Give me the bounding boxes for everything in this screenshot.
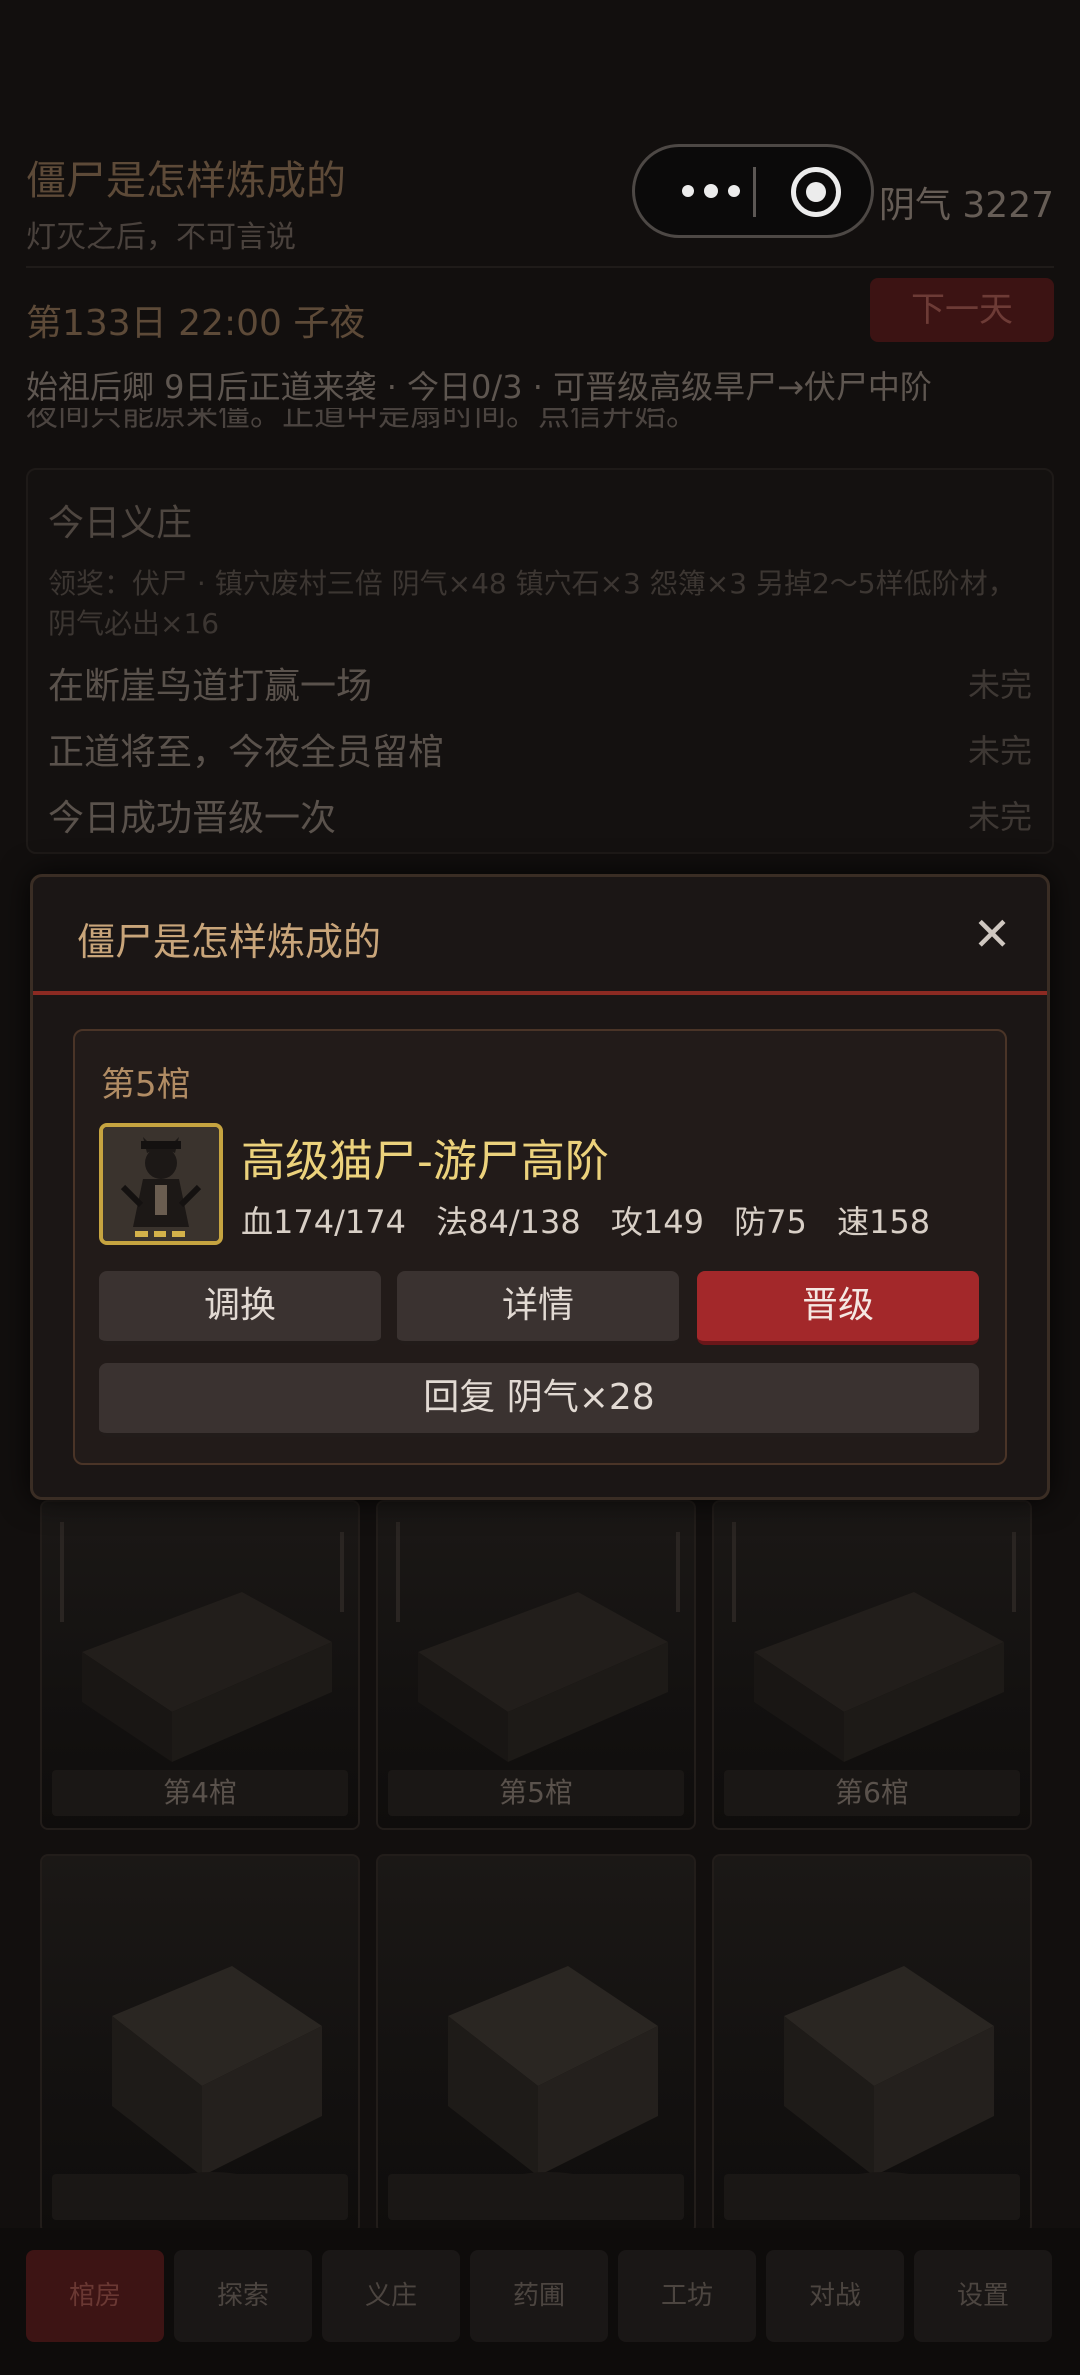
tab-coffin-room[interactable]: 棺房 [26, 2250, 164, 2342]
stat-hp: 血174/174 [241, 1203, 406, 1241]
tab-settings[interactable]: 设置 [914, 2250, 1052, 2342]
coffin-label: 第5棺 [388, 1770, 684, 1816]
capsule-separator [753, 167, 756, 217]
bottom-tab-bar: 棺房 探索 义庄 药圃 工坊 对战 设置 [0, 2228, 1080, 2375]
coffin-label [52, 2174, 348, 2220]
unit-name: 高级猫尸-游尸高阶 [241, 1136, 609, 1187]
coffin-unit-card: 第5棺 高级猫尸-游尸高阶 血174/174 法84/138 攻149 防75 … [73, 1029, 1007, 1465]
info-line-partial: 夜间只能原来僵。正道中是扇时间。点信开始。 [26, 408, 699, 433]
app-subtitle: 灯灭之后，不可言说 [26, 220, 296, 255]
task-row: 正道将至，今夜全员留棺 未完 [48, 722, 1032, 776]
dialog-title: 僵尸是怎样炼成的 [77, 920, 382, 964]
unit-dialog: 僵尸是怎样炼成的 ✕ 第5棺 高级猫尸-游尸高阶 血174/174 法84/13… [30, 874, 1050, 1500]
app-title: 僵尸是怎样炼成的 [26, 158, 346, 204]
day-time: 第133日 22:00 子夜 [26, 303, 366, 344]
close-icon[interactable]: ✕ [967, 909, 1017, 959]
tab-herb-garden[interactable]: 药圃 [470, 2250, 608, 2342]
coffin-label [388, 2174, 684, 2220]
tab-battle[interactable]: 对战 [766, 2250, 904, 2342]
task-status: 未完 [967, 798, 1032, 836]
divider [26, 266, 1054, 268]
cat-corpse-icon [103, 1127, 219, 1241]
tasks-title: 今日义庄 [48, 503, 193, 544]
slot-label: 第5棺 [101, 1065, 191, 1105]
task-row: 今日成功晋级一次 未完 [48, 788, 1032, 842]
coffin-label [724, 2174, 1020, 2220]
task-label: 今日成功晋级一次 [48, 798, 337, 839]
dialog-divider [33, 991, 1047, 995]
currency-label: 阴气 3227 [878, 185, 1054, 226]
coffin-slot-6[interactable]: 第6棺 [712, 1500, 1032, 1830]
more-icon[interactable] [665, 169, 757, 213]
coffin-label: 第6棺 [724, 1770, 1020, 1816]
task-status: 未完 [967, 732, 1032, 770]
stat-atk: 攻149 [610, 1203, 704, 1241]
stat-def: 防75 [734, 1203, 807, 1241]
miniprogram-capsule [632, 144, 874, 238]
coffin-slot-9[interactable] [712, 1854, 1032, 2234]
upgrade-button[interactable]: 晋级 [697, 1271, 979, 1345]
tab-workshop[interactable]: 工坊 [618, 2250, 756, 2342]
coffin-slot-5[interactable]: 第5棺 [376, 1500, 696, 1830]
stat-spd: 速158 [837, 1203, 931, 1241]
dialog-header: 僵尸是怎样炼成的 ✕ [33, 877, 1047, 991]
rank-marks [135, 1231, 186, 1237]
tab-explore[interactable]: 探索 [174, 2250, 312, 2342]
coffin-slot-8[interactable] [376, 1854, 696, 2234]
swap-button[interactable]: 调换 [99, 1271, 381, 1345]
daily-tasks-card: 今日义庄 领奖：伏尸 · 镇穴废村三倍 阴气×48 镇穴石×3 怨簿×3 另掉2… [26, 468, 1054, 854]
info-line: 始祖后卿 9日后正道来袭 · 今日0/3 · 可晋级高级旱尸→伏尸中阶 [26, 368, 932, 406]
tasks-reward: 领奖：伏尸 · 镇穴废村三倍 阴气×48 镇穴石×3 怨簿×3 另掉2～5样低阶… [48, 567, 1016, 640]
coffin-slot-4[interactable]: 第4棺 [40, 1500, 360, 1830]
coffin-slot-7[interactable] [40, 1854, 360, 2234]
unit-stats: 血174/174 法84/138 攻149 防75 速158 [241, 1197, 950, 1243]
coffin-label: 第4棺 [52, 1770, 348, 1816]
task-label: 正道将至，今夜全员留棺 [48, 732, 445, 773]
task-status: 未完 [967, 666, 1032, 704]
close-miniprogram-icon[interactable] [791, 167, 841, 217]
restore-button[interactable]: 回复 阴气×28 [99, 1363, 979, 1437]
detail-button[interactable]: 详情 [397, 1271, 679, 1345]
unit-portrait [99, 1123, 223, 1245]
task-row: 在断崖鸟道打赢一场 未完 [48, 656, 1032, 710]
tab-yizhuang[interactable]: 义庄 [322, 2250, 460, 2342]
stat-mp: 法84/138 [436, 1203, 581, 1241]
task-label: 在断崖鸟道打赢一场 [48, 666, 373, 707]
next-day-button[interactable]: 下一天 [870, 278, 1054, 342]
